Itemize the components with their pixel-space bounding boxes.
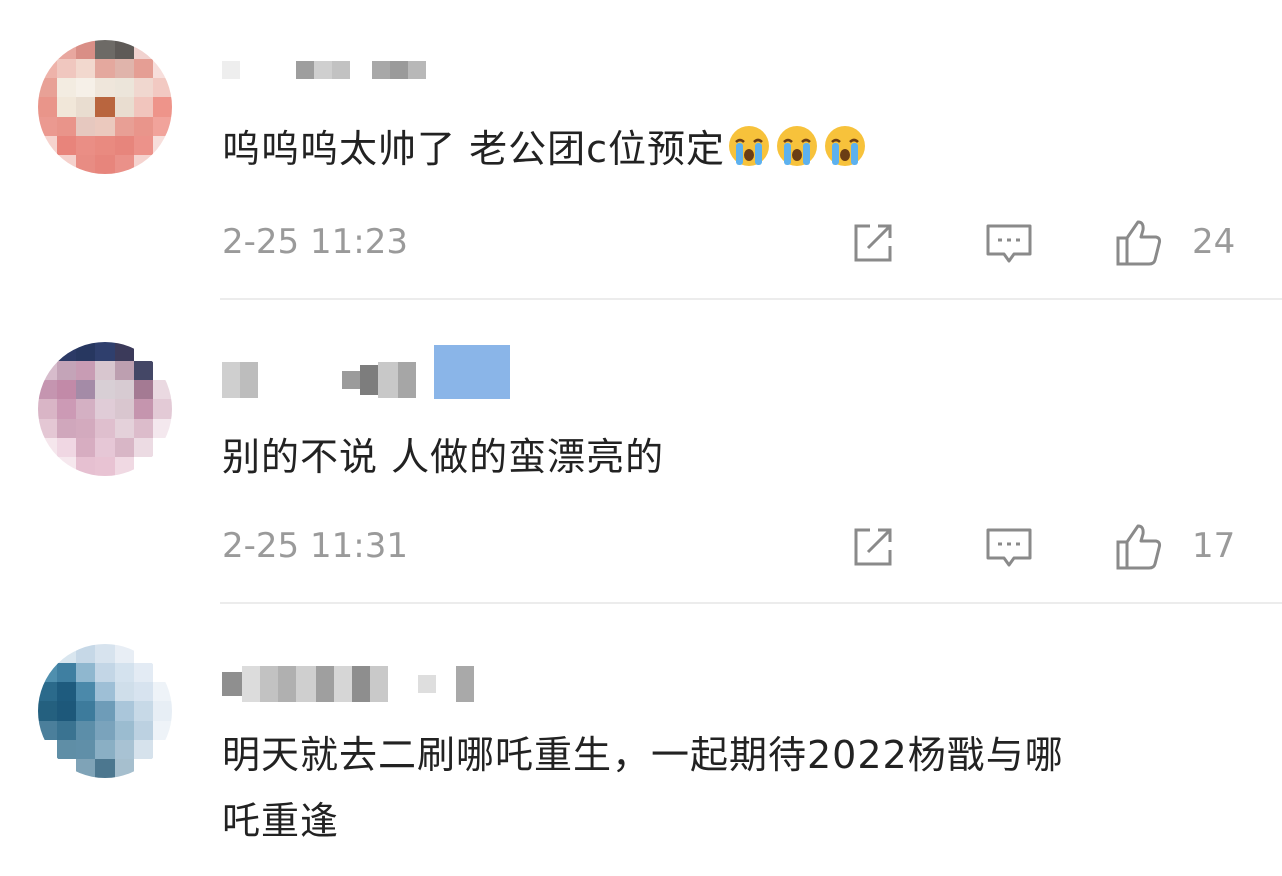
username-redacted[interactable] [222, 345, 510, 400]
comment-meta: 2-25 11:23 24 [222, 218, 1242, 268]
loudly-crying-face-icon [824, 126, 865, 166]
comment-item: 明天就去二刷哪吒重生，一起期待2022杨戬与哪 吒重逢 [0, 606, 1282, 876]
comment-text-line: 明天就去二刷哪吒重生，一起期待2022杨戬与哪 [222, 733, 1064, 777]
avatar[interactable] [38, 644, 172, 778]
thumbs-up-icon [1116, 220, 1162, 266]
divider [220, 602, 1282, 604]
username-redacted[interactable] [222, 664, 474, 704]
avatar[interactable] [38, 342, 172, 476]
loudly-crying-face-icon [776, 126, 817, 166]
reply-button[interactable] [984, 522, 1034, 572]
like-count: 24 [1192, 222, 1236, 262]
share-icon [854, 528, 892, 566]
emoji-group [727, 124, 867, 168]
comment-icon [986, 528, 1032, 567]
share-button[interactable] [848, 218, 898, 268]
comment-text-line: 吒重逢 [222, 799, 340, 843]
reply-button[interactable] [984, 218, 1034, 268]
comment-text: 明天就去二刷哪吒重生，一起期待2022杨戬与哪 吒重逢 [222, 722, 1242, 854]
comment-icon [986, 224, 1032, 263]
share-icon [854, 224, 892, 262]
share-button[interactable] [848, 522, 898, 572]
like-button[interactable] [1114, 522, 1164, 572]
comment-text: 呜呜呜太帅了 老公团c位预定 [222, 116, 1242, 182]
avatar[interactable] [38, 40, 172, 174]
comment-item: 别的不说 人做的蛮漂亮的 2-25 11:31 17 [0, 302, 1282, 604]
like-count: 17 [1192, 526, 1236, 566]
comment-timestamp: 2-25 11:31 [222, 526, 408, 566]
divider [220, 298, 1282, 300]
thumbs-up-icon [1116, 524, 1162, 570]
loudly-crying-face-icon [728, 126, 769, 166]
comment-meta: 2-25 11:31 17 [222, 522, 1242, 572]
username-redacted[interactable] [222, 50, 426, 90]
like-button[interactable] [1114, 218, 1164, 268]
comment-timestamp: 2-25 11:23 [222, 222, 408, 262]
comment-text: 别的不说 人做的蛮漂亮的 [222, 435, 665, 479]
comment-item: 呜呜呜太帅了 老公团c位预定 2-25 11:23 24 [0, 0, 1282, 300]
